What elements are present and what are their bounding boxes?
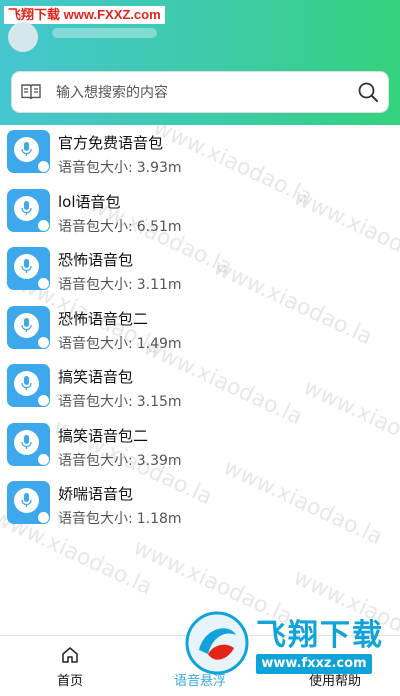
voice-pack-name: lol语音包 xyxy=(58,192,121,211)
play-badge-icon xyxy=(37,394,50,407)
play-badge-icon xyxy=(37,277,50,290)
voice-pack-size: 语音包大小: 6.51m xyxy=(58,218,182,235)
voice-pack-thumbnail xyxy=(7,364,50,407)
download-site-brand: 飞翔下载 xyxy=(256,618,384,653)
voice-pack-size: 语音包大小: 3.93m xyxy=(58,160,182,176)
swirl-logo-icon xyxy=(185,611,249,675)
download-site-logo: 飞翔下载 www.fxxz.com xyxy=(178,606,400,695)
list-item[interactable]: 恐怖语音包 语音包大小: 3.11m xyxy=(0,242,400,301)
voice-pack-thumbnail xyxy=(7,481,50,524)
play-badge-icon xyxy=(37,511,50,524)
header-bar: 飞翔下载 www.FXXZ.com xyxy=(0,0,400,125)
voice-pack-thumbnail xyxy=(7,422,50,466)
microphone-icon xyxy=(21,259,32,273)
voice-pack-thumbnail xyxy=(7,247,50,290)
microphone-icon xyxy=(21,493,32,507)
voice-pack-size: 语音包大小: 3.11m xyxy=(58,277,182,293)
book-icon[interactable] xyxy=(20,81,42,103)
list-item[interactable]: 恐怖语音包二 语音包大小: 1.49m xyxy=(0,301,400,360)
play-badge-icon xyxy=(37,218,50,232)
search-input[interactable] xyxy=(54,80,348,106)
list-item[interactable]: 搞笑语音包 语音包大小: 3.15m xyxy=(0,359,400,418)
avatar[interactable] xyxy=(8,22,38,52)
download-site-url: www.fxxz.com xyxy=(256,654,372,674)
voice-pack-size: 语音包大小: 1.49m xyxy=(58,335,182,352)
microphone-icon xyxy=(21,142,32,156)
site-watermark: 飞翔下载 www.FXXZ.com xyxy=(4,6,165,24)
voice-pack-thumbnail xyxy=(7,305,50,349)
voice-pack-name: 搞笑语音包 xyxy=(58,368,134,386)
voice-pack-size: 语音包大小: 1.18m xyxy=(58,511,182,527)
voice-pack-size: 语音包大小: 3.15m xyxy=(58,394,182,410)
header-subtitle-blur xyxy=(52,28,157,38)
voice-pack-name: 恐怖语音包二 xyxy=(58,309,149,328)
voice-pack-thumbnail xyxy=(7,130,50,173)
play-badge-icon xyxy=(37,160,50,173)
voice-pack-name: 搞笑语音包二 xyxy=(58,426,149,445)
voice-pack-name: 恐怖语音包 xyxy=(58,251,134,269)
voice-pack-name: 官方免费语音包 xyxy=(58,134,164,152)
search-bar[interactable] xyxy=(12,72,388,112)
microphone-icon xyxy=(21,376,32,390)
voice-pack-list: 官方免费语音包 语音包大小: 3.93m lol语音包 语音包大小: 6.51m 恐… xyxy=(0,125,400,535)
list-item[interactable]: lol语音包 语音包大小: 6.51m xyxy=(0,184,400,243)
home-icon xyxy=(62,647,78,663)
microphone-icon xyxy=(21,200,32,215)
microphone-icon xyxy=(21,434,32,449)
microphone-icon xyxy=(21,317,32,332)
tab-home[interactable]: 首页 xyxy=(30,636,110,696)
list-item[interactable]: 官方免费语音包 语音包大小: 3.93m xyxy=(0,125,400,184)
tab-home-label: 首页 xyxy=(56,674,83,689)
search-icon[interactable] xyxy=(356,80,380,104)
play-badge-icon xyxy=(37,452,50,466)
play-badge-icon xyxy=(37,335,50,349)
list-item[interactable]: 娇喘语音包 语音包大小: 1.18m xyxy=(0,476,400,535)
voice-pack-name: 娇喘语音包 xyxy=(58,485,134,503)
voice-pack-thumbnail xyxy=(7,188,50,232)
list-item[interactable]: 搞笑语音包二 语音包大小: 3.39m xyxy=(0,418,400,477)
voice-pack-size: 语音包大小: 3.39m xyxy=(58,452,182,469)
